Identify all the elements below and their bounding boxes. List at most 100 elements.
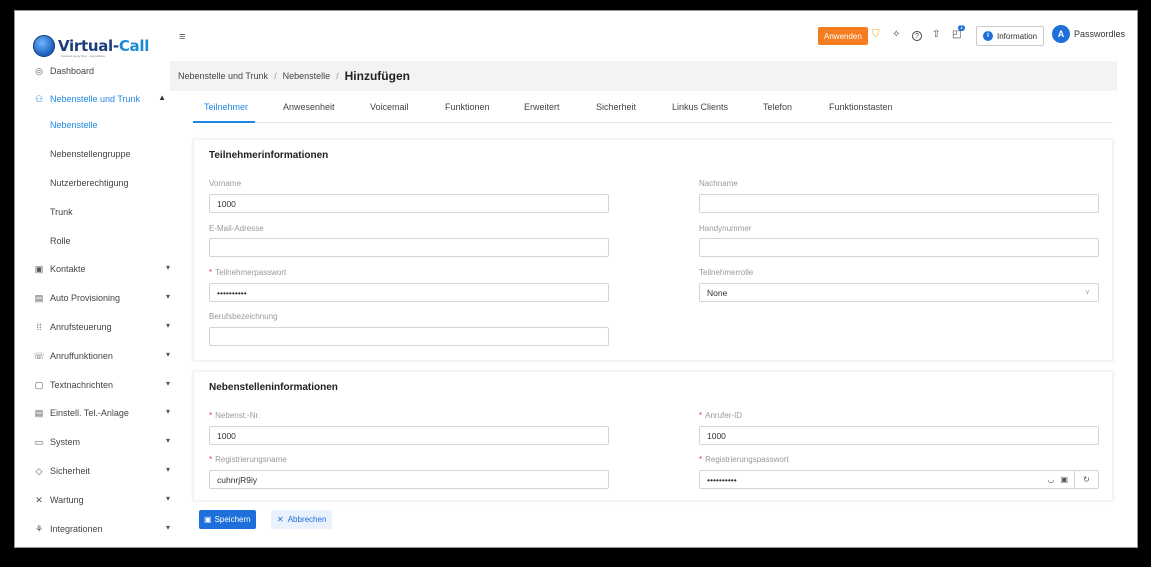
tab-linkus-clients[interactable]: Linkus Clients	[672, 102, 728, 112]
chevron-down-icon: ▾	[165, 494, 170, 503]
user-menu[interactable]: A Passwordles	[1052, 25, 1125, 43]
tab-erweitert[interactable]: Erweitert	[524, 102, 560, 112]
cloud-upload-icon[interactable]: ⇧	[932, 29, 940, 40]
chevron-down-icon: ∨	[1084, 289, 1090, 296]
help-icon[interactable]: ?	[912, 31, 922, 41]
sidebar-item-label: Wartung	[50, 495, 84, 505]
tab-teilnehmer[interactable]: Teilnehmer	[204, 102, 248, 112]
information-label: Information	[997, 31, 1038, 41]
sidebar-subitem-role[interactable]: Rolle	[50, 233, 71, 249]
tab-voicemail[interactable]: Voicemail	[370, 102, 409, 112]
breadcrumb-item[interactable]: Nebenstelle und Trunk	[178, 71, 268, 81]
tab-sicherheit[interactable]: Sicherheit	[596, 102, 636, 112]
tab-funktionstasten[interactable]: Funktionstasten	[829, 102, 893, 112]
sidebar-item-call-control[interactable]: ⁞⁞ Anrufsteuerung ▾	[15, 318, 170, 336]
job-title-field[interactable]	[209, 327, 609, 346]
breadcrumb-separator: /	[274, 71, 277, 81]
sidebar-item-pbx-settings[interactable]: ▤ Einstell. Tel.-Anlage ▾	[15, 404, 170, 422]
first-name-field[interactable]: 1000	[209, 194, 609, 213]
reg-password-value: ••••••••••	[707, 474, 737, 485]
caller-id-field[interactable]: 1000	[699, 426, 1099, 445]
handshake-icon[interactable]: ✧	[892, 29, 900, 40]
chevron-down-icon: ▾	[165, 407, 170, 416]
sidebar-subitem-trunk[interactable]: Trunk	[50, 204, 73, 220]
chevron-down-icon: ▾	[165, 263, 170, 272]
copy-icon[interactable]: ▣	[1060, 475, 1068, 484]
apply-button[interactable]: Anwenden	[818, 27, 868, 45]
save-button[interactable]: ▣ Speichern	[199, 510, 256, 529]
system-icon: ▭	[34, 436, 44, 447]
sidebar-item-label: Auto Provisioning	[50, 293, 121, 303]
information-button[interactable]: i Information	[976, 26, 1045, 46]
sidebar-item-label: Anruffunktionen	[50, 351, 113, 361]
card-title: Nebenstelleninformationen	[209, 382, 338, 393]
tab-funktionen[interactable]: Funktionen	[445, 102, 490, 112]
chevron-down-icon: ▾	[165, 292, 170, 301]
password-tools: ◡ ▣ ↻	[1047, 471, 1098, 488]
subscriber-password-label: * Teilnehmerpasswort	[209, 268, 287, 277]
role-value: None	[707, 287, 728, 298]
sidebar-item-maintenance[interactable]: ✕ Wartung ▾	[15, 491, 170, 509]
sidebar-item-call-features[interactable]: ☏ Anruffunktionen ▾	[15, 347, 170, 365]
call-control-icon: ⁞⁞	[36, 322, 42, 332]
user-name: Passwordles	[1074, 29, 1126, 39]
logo[interactable]: Virtual-Call Connect every time · everyw…	[33, 33, 149, 59]
breadcrumb: Nebenstelle und Trunk / Nebenstelle / Hi…	[170, 61, 1117, 91]
sidebar-item-label: Kontakte	[50, 264, 86, 274]
sidebar-item-label: Einstell. Tel.-Anlage	[50, 408, 129, 418]
subscriber-password-field[interactable]: ••••••••••	[209, 283, 609, 302]
job-title-label: Berufsbezeichnung	[209, 312, 278, 321]
sidebar-item-system[interactable]: ▭ System ▾	[15, 433, 170, 451]
breadcrumb-item[interactable]: Nebenstelle	[283, 71, 331, 81]
sidebar-item-contacts[interactable]: ▣ Kontakte ▾	[15, 260, 170, 278]
mobile-label: Handynummer	[699, 224, 752, 233]
wrench-icon: ✕	[35, 494, 43, 505]
tab-telefon[interactable]: Telefon	[763, 102, 792, 112]
chevron-up-icon: ▲	[158, 93, 166, 102]
reg-password-field[interactable]: •••••••••• ◡ ▣ ↻	[699, 470, 1099, 489]
role-label: Teilnehmerrolle	[699, 268, 754, 277]
sidebar-subitem-user-permission[interactable]: Nutzerberechtigung	[50, 175, 129, 191]
refresh-icon[interactable]: ↻	[1074, 471, 1098, 488]
email-label: E-Mail-Adresse	[209, 224, 264, 233]
last-name-field[interactable]	[699, 194, 1099, 213]
role-select[interactable]: None ∨	[699, 283, 1099, 302]
chevron-down-icon: ▾	[165, 350, 170, 359]
chevron-down-icon: ▾	[165, 465, 170, 474]
save-label: Speichern	[214, 515, 251, 524]
sidebar-item-text-messages[interactable]: ▢ Textnachrichten ▾	[15, 376, 170, 394]
brand-tagline: Connect every time · everywhere	[61, 54, 106, 58]
avatar: A	[1052, 25, 1070, 43]
sidebar-item-dashboard[interactable]: ◎ Dashboard	[15, 62, 170, 80]
sidebar-item-auto-provisioning[interactable]: ▤ Auto Provisioning ▾	[15, 289, 170, 307]
integration-icon: ⚘	[34, 523, 44, 534]
email-field[interactable]	[209, 238, 609, 257]
shield-icon: ◇	[35, 465, 43, 476]
sidebar-item-integrations[interactable]: ⚘ Integrationen ▾	[15, 520, 170, 538]
extension-info-card: Nebenstelleninformationen * Nebenst.-Nr. …	[193, 371, 1113, 501]
sidebar-subitem-extension[interactable]: Nebenstelle	[50, 117, 98, 133]
last-name-label: Nachname	[699, 179, 738, 188]
reg-name-field[interactable]: cuhnrjR9iy	[209, 470, 609, 489]
contacts-icon: ▣	[34, 263, 44, 274]
close-icon: ✕	[277, 515, 284, 524]
tab-anwesenheit[interactable]: Anwesenheit	[283, 102, 335, 112]
sidebar-item-extensions-trunk[interactable]: ⚇ Nebenstelle und Trunk ▲	[15, 90, 170, 108]
sidebar-subitem-extension-group[interactable]: Nebenstellengruppe	[50, 146, 131, 162]
mobile-field[interactable]	[699, 238, 1099, 257]
tab-bar: Teilnehmer Anwesenheit Voicemail Funktio…	[193, 95, 1113, 123]
sidebar-item-security[interactable]: ◇ Sicherheit ▾	[15, 462, 170, 480]
brand-name: Virtual-Call	[58, 37, 150, 55]
cancel-label: Abbrechen	[287, 515, 327, 524]
chevron-down-icon: ▾	[165, 523, 170, 532]
chevron-down-icon: ▾	[165, 379, 170, 388]
menu-toggle-icon[interactable]: ≡	[179, 31, 185, 43]
dashboard-icon: ◎	[35, 65, 43, 76]
eye-hidden-icon[interactable]: ◡	[1047, 475, 1054, 484]
ext-number-field[interactable]: 1000	[209, 426, 609, 445]
provisioning-icon: ▤	[34, 292, 44, 303]
shield-alert-icon[interactable]: ⛉	[872, 29, 880, 40]
cancel-button[interactable]: ✕ Abbrechen	[271, 510, 333, 529]
chevron-down-icon: ▾	[165, 436, 170, 445]
chevron-down-icon: ▾	[165, 321, 170, 330]
